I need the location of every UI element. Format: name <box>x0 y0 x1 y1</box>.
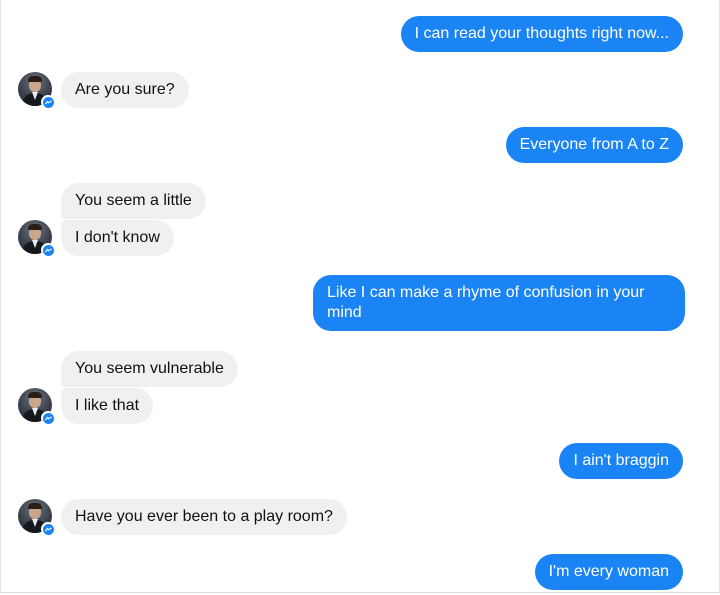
messenger-icon <box>41 95 55 109</box>
message-bubble-outgoing[interactable]: Like I can make a rhyme of confusion in … <box>313 275 685 331</box>
message-bubble-outgoing[interactable]: I'm every woman <box>534 554 683 590</box>
message-bubble-outgoing[interactable]: I can read your thoughts right now... <box>400 16 683 52</box>
message-bubble-incoming[interactable]: You seem a little <box>61 183 206 219</box>
messenger-icon <box>41 522 55 536</box>
contact-avatar[interactable] <box>18 388 55 425</box>
chat-thread: I can read your thoughts right now... Ar… <box>0 0 720 593</box>
message-bubble-incoming[interactable]: You seem vulnerable <box>61 351 238 387</box>
message-bubble-incoming[interactable]: Have you ever been to a play room? <box>61 499 347 535</box>
message-bubble-incoming[interactable]: I don't know <box>61 220 174 256</box>
message-bubble-outgoing[interactable]: Everyone from A to Z <box>505 127 683 163</box>
messenger-icon <box>41 243 55 257</box>
contact-avatar[interactable] <box>18 220 55 257</box>
contact-avatar[interactable] <box>18 72 55 109</box>
messenger-icon <box>41 411 55 425</box>
message-bubble-incoming[interactable]: I like that <box>61 388 154 424</box>
contact-avatar[interactable] <box>18 499 55 536</box>
message-bubble-incoming[interactable]: Are you sure? <box>61 72 189 108</box>
message-bubble-outgoing[interactable]: I ain't braggin <box>559 443 683 479</box>
